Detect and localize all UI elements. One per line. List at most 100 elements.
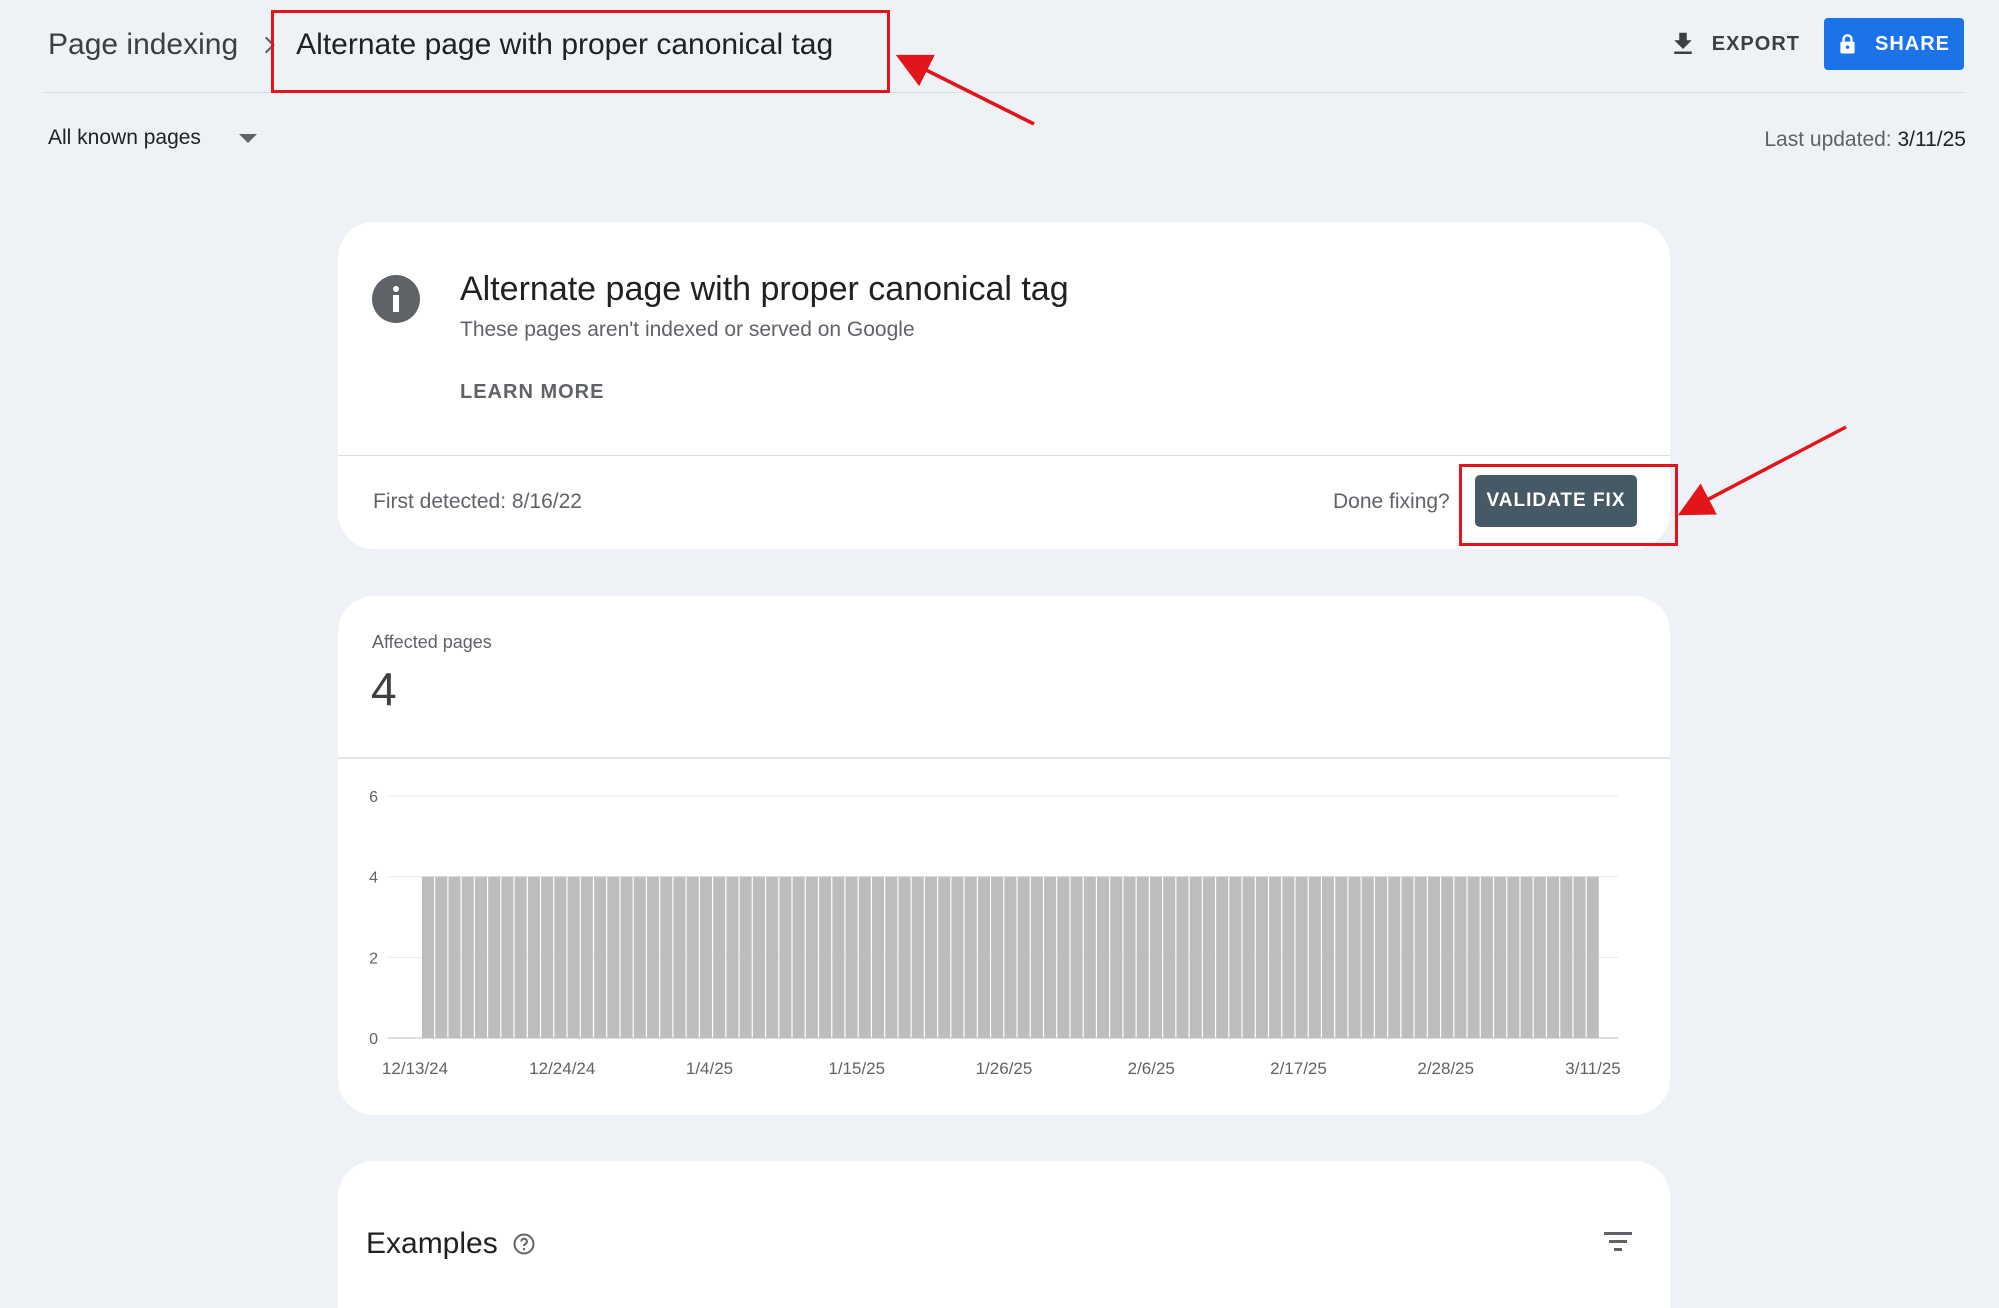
chart-bar[interactable]	[474, 876, 487, 1038]
chart-bar[interactable]	[1322, 876, 1335, 1038]
chart-bar[interactable]	[1401, 876, 1414, 1038]
chart-bar[interactable]	[726, 876, 739, 1038]
chart-bar[interactable]	[1467, 876, 1480, 1038]
chart-bar[interactable]	[527, 876, 540, 1038]
chart-bar[interactable]	[938, 876, 951, 1038]
chart-bar[interactable]	[554, 876, 567, 1038]
chart-bar[interactable]	[607, 876, 620, 1038]
chart-bar[interactable]	[858, 876, 871, 1038]
chart-bar[interactable]	[1202, 876, 1215, 1038]
chart-bar[interactable]	[991, 876, 1004, 1038]
done-fixing-label: Done fixing?	[1333, 490, 1450, 513]
chart-bar[interactable]	[1533, 876, 1546, 1038]
validate-fix-button[interactable]: VALIDATE FIX	[1475, 475, 1637, 527]
chart-bar[interactable]	[1308, 876, 1321, 1038]
chart-bar[interactable]	[792, 876, 805, 1038]
chart-bar[interactable]	[713, 876, 726, 1038]
chart-bar[interactable]	[501, 876, 514, 1038]
chart-bar[interactable]	[422, 876, 435, 1038]
chart-bar[interactable]	[1123, 876, 1136, 1038]
chart-bar[interactable]	[1547, 876, 1560, 1038]
chart-bar[interactable]	[1560, 876, 1573, 1038]
chart-bar[interactable]	[1586, 876, 1599, 1038]
chart-bar[interactable]	[766, 876, 779, 1038]
chart-bar[interactable]	[1494, 876, 1507, 1038]
chart-bar[interactable]	[1110, 876, 1123, 1038]
chart-bar[interactable]	[1189, 876, 1202, 1038]
help-icon[interactable]	[512, 1232, 536, 1256]
chart-bar[interactable]	[1427, 876, 1440, 1038]
export-label: EXPORT	[1711, 32, 1800, 55]
chart-bar[interactable]	[911, 876, 924, 1038]
chart-bar[interactable]	[514, 876, 527, 1038]
chart-bar[interactable]	[1269, 876, 1282, 1038]
filter-icon[interactable]	[1602, 1229, 1634, 1255]
chart-bar[interactable]	[488, 876, 501, 1038]
chart-bar[interactable]	[1441, 876, 1454, 1038]
chart-bar[interactable]	[1176, 876, 1189, 1038]
chart-bar[interactable]	[819, 876, 832, 1038]
export-button[interactable]: EXPORT	[1668, 29, 1800, 59]
chart-bar[interactable]	[752, 876, 765, 1038]
chart-bar[interactable]	[448, 876, 461, 1038]
chart-bar[interactable]	[686, 876, 699, 1038]
chart-bar[interactable]	[699, 876, 712, 1038]
chart-bar[interactable]	[1361, 876, 1374, 1038]
chart-bar[interactable]	[872, 876, 885, 1038]
chart-bar[interactable]	[594, 876, 607, 1038]
chart-bar[interactable]	[567, 876, 580, 1038]
chart-bar[interactable]	[1242, 876, 1255, 1038]
chart-bar[interactable]	[964, 876, 977, 1038]
chart-bar[interactable]	[1374, 876, 1388, 1038]
chart-bar[interactable]	[924, 876, 938, 1038]
chart-bar[interactable]	[580, 876, 593, 1038]
chart-bar[interactable]	[1004, 876, 1017, 1038]
chart-bar[interactable]	[1097, 876, 1110, 1038]
issue-subtitle: These pages aren't indexed or served on …	[460, 318, 915, 341]
chart-bar[interactable]	[1216, 876, 1229, 1038]
chart-bar[interactable]	[845, 876, 858, 1038]
chart-bar[interactable]	[1163, 876, 1176, 1038]
chart-bar[interactable]	[435, 876, 448, 1038]
chart-bar[interactable]	[1573, 876, 1586, 1038]
chart-bar[interactable]	[620, 876, 633, 1038]
chart-bar[interactable]	[633, 876, 646, 1038]
chart-bar[interactable]	[1335, 876, 1348, 1038]
chart-bar[interactable]	[1414, 876, 1427, 1038]
chart-bar[interactable]	[1057, 876, 1070, 1038]
chart-bar[interactable]	[1507, 876, 1520, 1038]
chart-bar[interactable]	[951, 876, 964, 1038]
chart-bar[interactable]	[832, 876, 845, 1038]
chart-bar[interactable]	[898, 876, 911, 1038]
learn-more-link[interactable]: LEARN MORE	[460, 381, 604, 404]
chart-bar[interactable]	[1255, 876, 1268, 1038]
chart-bar[interactable]	[541, 876, 554, 1038]
chart-bar[interactable]	[1348, 876, 1361, 1038]
chart-bar[interactable]	[1388, 876, 1401, 1038]
chart-bar[interactable]	[1149, 876, 1163, 1038]
chart-bar[interactable]	[739, 876, 752, 1038]
chart-bar[interactable]	[977, 876, 990, 1038]
chart-bar[interactable]	[1520, 876, 1533, 1038]
share-button[interactable]: SHARE	[1824, 18, 1964, 70]
chart-bar[interactable]	[885, 876, 898, 1038]
breadcrumb-parent[interactable]: Page indexing	[48, 28, 238, 62]
chart-bar[interactable]	[1282, 876, 1295, 1038]
chart-bar[interactable]	[461, 876, 474, 1038]
chart-bar[interactable]	[1295, 876, 1308, 1038]
chart-bar[interactable]	[1480, 876, 1493, 1038]
chart-bar[interactable]	[1030, 876, 1043, 1038]
chart-bar[interactable]	[647, 876, 660, 1038]
chart-bar[interactable]	[1070, 876, 1083, 1038]
chart-bar[interactable]	[805, 876, 818, 1038]
chart-bar[interactable]	[1229, 876, 1242, 1038]
chart-bar[interactable]	[1136, 876, 1149, 1038]
chart-bar[interactable]	[779, 876, 792, 1038]
chart-bar[interactable]	[1044, 876, 1057, 1038]
chart-bar[interactable]	[660, 876, 673, 1038]
chart-bar[interactable]	[1017, 876, 1030, 1038]
chart-bar[interactable]	[1454, 876, 1467, 1038]
chart-bar[interactable]	[1083, 876, 1096, 1038]
chart-bar[interactable]	[673, 876, 686, 1038]
page-filter-dropdown[interactable]: All known pages	[48, 126, 257, 150]
